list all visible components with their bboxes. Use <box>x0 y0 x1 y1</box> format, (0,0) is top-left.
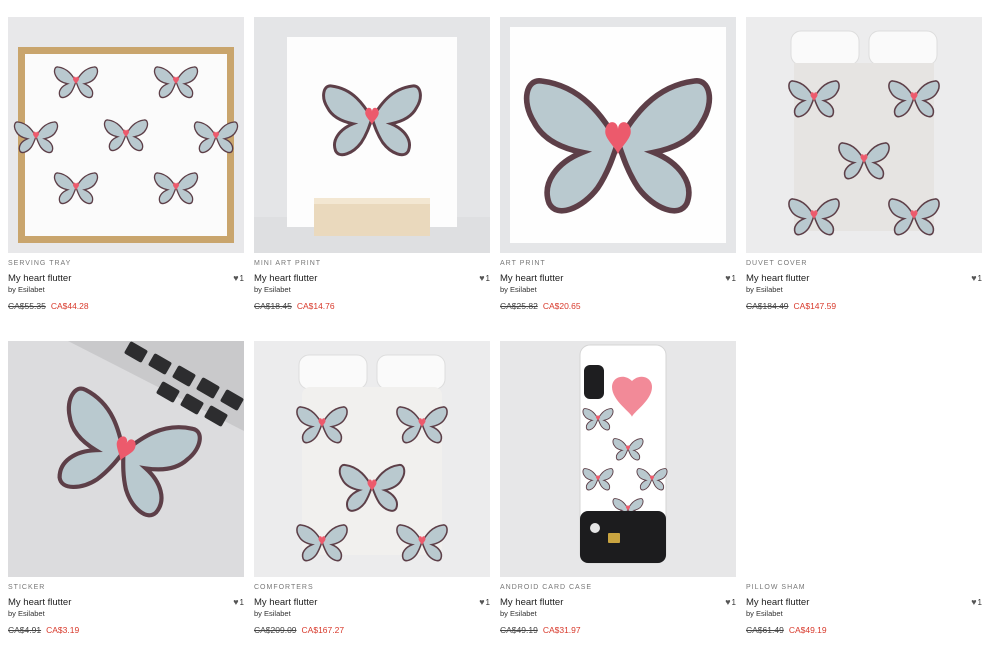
original-price: CA$49.19 <box>500 625 538 635</box>
product-prices: CA$61.49 CA$49.19 <box>746 625 982 636</box>
original-price: CA$18.45 <box>254 301 292 311</box>
like-count: 1 <box>977 598 982 607</box>
like-button[interactable]: ♥1 <box>233 597 244 607</box>
original-price: CA$184.49 <box>746 301 789 311</box>
product-card[interactable]: PILLOW SHAM My heart flutter by Esilabet… <box>746 341 982 636</box>
sale-price: CA$14.76 <box>296 301 335 311</box>
original-price: CA$55.35 <box>8 301 46 311</box>
product-image-serving-tray[interactable] <box>8 17 244 253</box>
heart-icon: ♥ <box>479 273 485 283</box>
heart-icon: ♥ <box>725 273 731 283</box>
product-card[interactable]: DUVET COVER My heart flutter by Esilabet… <box>746 17 982 312</box>
heart-icon: ♥ <box>971 597 977 607</box>
product-artist[interactable]: by Esilabet <box>254 609 490 619</box>
like-button[interactable]: ♥1 <box>479 597 490 607</box>
like-button[interactable]: ♥1 <box>479 273 490 283</box>
heart-icon: ♥ <box>725 597 731 607</box>
product-image-art-print[interactable] <box>500 17 736 253</box>
like-count: 1 <box>485 274 490 283</box>
product-prices: CA$49.19 CA$31.97 <box>500 625 736 636</box>
product-image-pillow-sham[interactable] <box>746 341 982 577</box>
original-price: CA$25.82 <box>500 301 538 311</box>
heart-icon: ♥ <box>233 273 239 283</box>
product-type: PILLOW SHAM <box>746 584 806 591</box>
product-title[interactable]: My heart flutter <box>8 273 244 285</box>
product-prices: CA$209.09 CA$167.27 <box>254 625 490 636</box>
product-title[interactable]: My heart flutter <box>746 597 982 609</box>
product-artist[interactable]: by Esilabet <box>8 285 244 295</box>
product-title[interactable]: My heart flutter <box>500 273 736 285</box>
product-card[interactable]: ART PRINT My heart flutter by Esilabet C… <box>500 17 736 312</box>
product-artist[interactable]: by Esilabet <box>8 609 244 619</box>
like-count: 1 <box>485 598 490 607</box>
product-type: DUVET COVER <box>746 260 808 267</box>
product-title[interactable]: My heart flutter <box>8 597 244 609</box>
sale-price: CA$44.28 <box>50 301 89 311</box>
product-artist[interactable]: by Esilabet <box>500 609 736 619</box>
sale-price: CA$31.97 <box>542 625 581 635</box>
like-count: 1 <box>731 274 736 283</box>
sale-price: CA$3.19 <box>46 625 80 635</box>
product-prices: CA$18.45 CA$14.76 <box>254 301 490 312</box>
product-artist[interactable]: by Esilabet <box>746 609 982 619</box>
product-type: STICKER <box>8 584 46 591</box>
sale-price: CA$147.59 <box>793 301 837 311</box>
product-prices: CA$25.82 CA$20.65 <box>500 301 736 312</box>
product-card[interactable]: STICKER My heart flutter by Esilabet CA$… <box>8 341 244 636</box>
heart-icon: ♥ <box>233 597 239 607</box>
like-button[interactable]: ♥1 <box>725 597 736 607</box>
product-image-duvet-cover[interactable] <box>746 17 982 253</box>
original-price: CA$4.91 <box>8 625 42 635</box>
product-artist[interactable]: by Esilabet <box>746 285 982 295</box>
product-image-android-card-case[interactable] <box>500 341 736 577</box>
product-card[interactable]: SERVING TRAY My heart flutter by Esilabe… <box>8 17 244 312</box>
product-prices: CA$184.49 CA$147.59 <box>746 301 982 312</box>
like-count: 1 <box>731 598 736 607</box>
product-title[interactable]: My heart flutter <box>254 273 490 285</box>
sale-price: CA$20.65 <box>542 301 581 311</box>
like-button[interactable]: ♥1 <box>971 597 982 607</box>
product-prices: CA$55.35 CA$44.28 <box>8 301 244 312</box>
product-type: MINI ART PRINT <box>254 260 322 267</box>
product-type: ART PRINT <box>500 260 546 267</box>
sale-price: CA$49.19 <box>788 625 827 635</box>
product-image-sticker[interactable] <box>8 341 244 577</box>
product-card[interactable]: COMFORTERS My heart flutter by Esilabet … <box>254 341 490 636</box>
product-type: ANDROID CARD CASE <box>500 584 593 591</box>
like-count: 1 <box>977 274 982 283</box>
product-title[interactable]: My heart flutter <box>254 597 490 609</box>
like-button[interactable]: ♥1 <box>971 273 982 283</box>
like-button[interactable]: ♥1 <box>233 273 244 283</box>
sale-price: CA$167.27 <box>301 625 345 635</box>
like-button[interactable]: ♥1 <box>725 273 736 283</box>
like-count: 1 <box>239 598 244 607</box>
original-price: CA$209.09 <box>254 625 297 635</box>
product-image-mini-art-print[interactable] <box>254 17 490 253</box>
product-image-comforters[interactable] <box>254 341 490 577</box>
like-count: 1 <box>239 274 244 283</box>
product-title[interactable]: My heart flutter <box>500 597 736 609</box>
product-card[interactable]: MINI ART PRINT My heart flutter by Esila… <box>254 17 490 312</box>
product-card[interactable]: ANDROID CARD CASE My heart flutter by Es… <box>500 341 736 636</box>
product-type: SERVING TRAY <box>8 260 72 267</box>
product-artist[interactable]: by Esilabet <box>500 285 736 295</box>
heart-icon: ♥ <box>971 273 977 283</box>
product-title[interactable]: My heart flutter <box>746 273 982 285</box>
heart-icon: ♥ <box>479 597 485 607</box>
original-price: CA$61.49 <box>746 625 784 635</box>
product-prices: CA$4.91 CA$3.19 <box>8 625 244 636</box>
product-type: COMFORTERS <box>254 584 314 591</box>
product-artist[interactable]: by Esilabet <box>254 285 490 295</box>
